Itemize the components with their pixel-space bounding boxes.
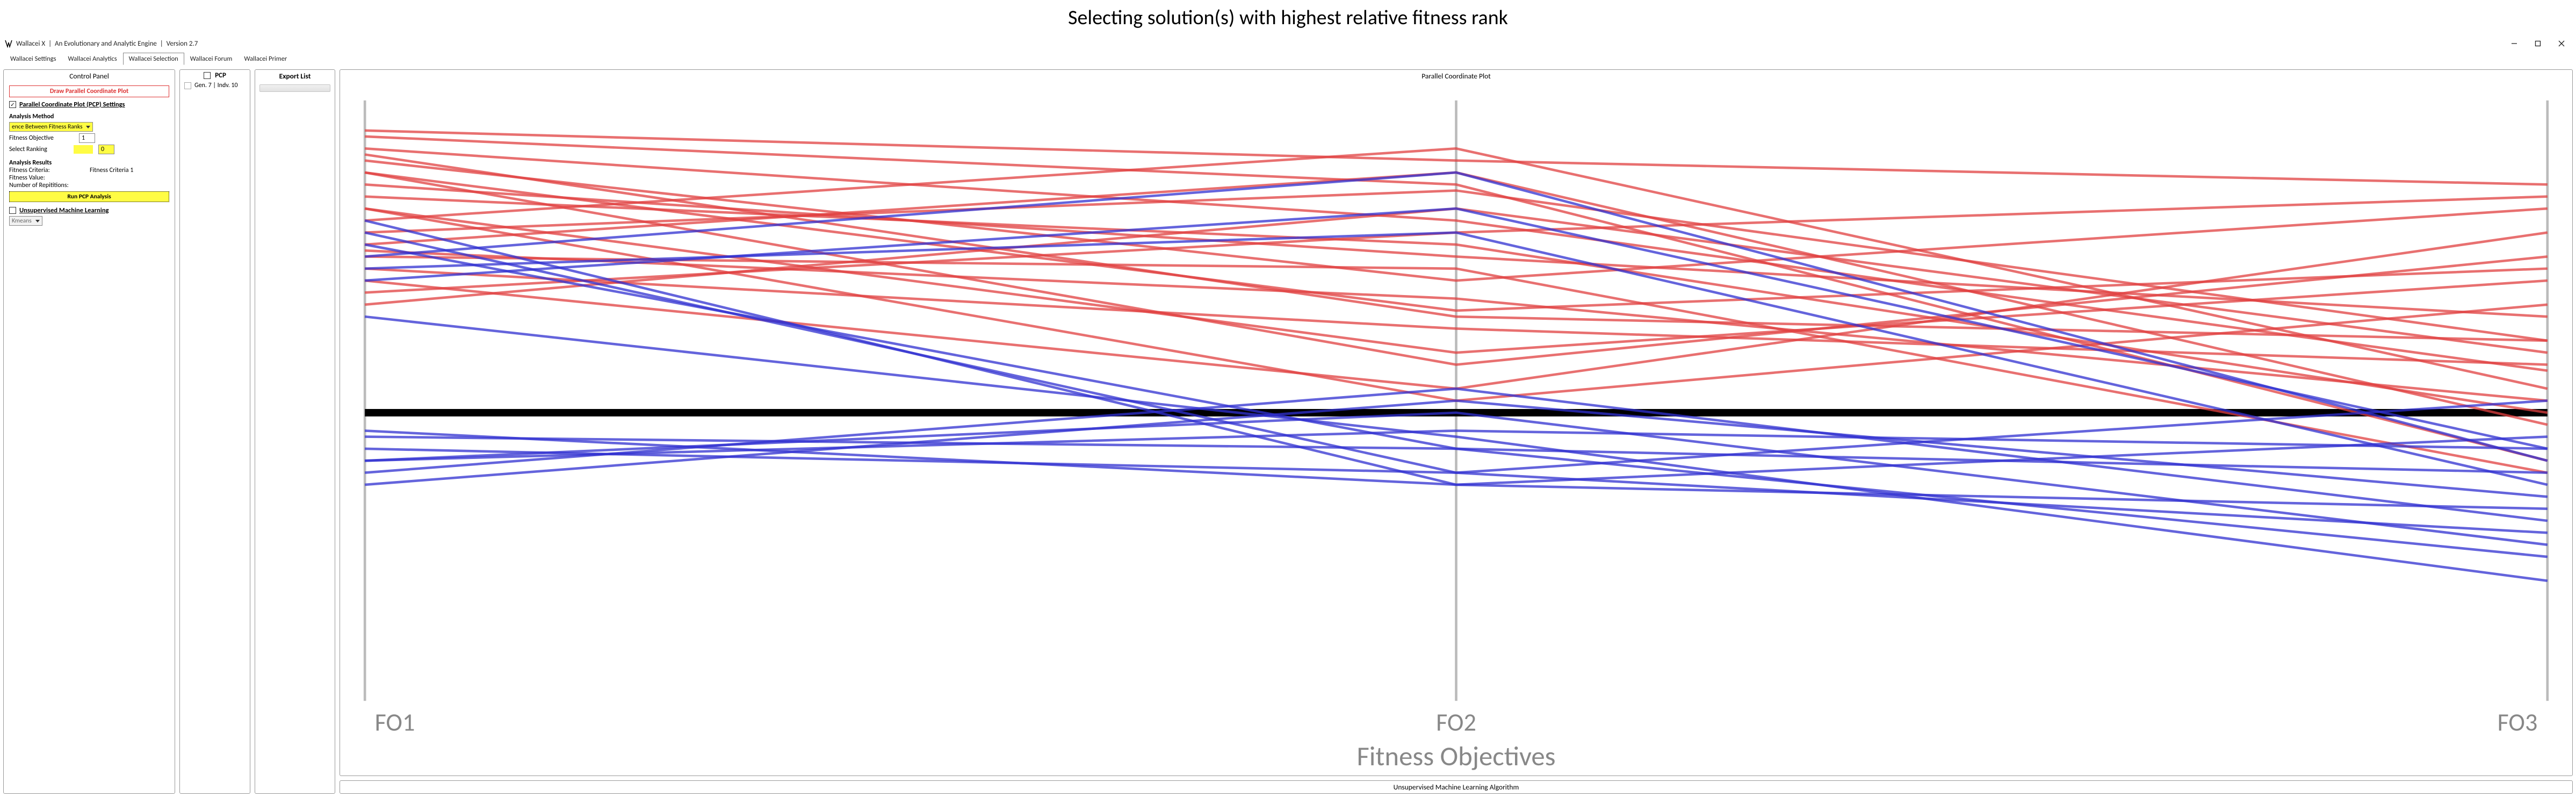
export-list-header: Export List	[255, 70, 335, 82]
minimize-button[interactable]	[2508, 38, 2520, 49]
highlight-block	[74, 145, 93, 154]
select-ranking-label: Select Ranking	[9, 146, 68, 153]
control-panel: Control Panel Draw Parallel Coordinate P…	[3, 69, 175, 794]
export-progress-bar	[259, 84, 330, 92]
fitness-criteria-value: Fitness Criteria 1	[90, 167, 133, 174]
window-title: Wallacei X | An Evolutionary and Analyti…	[16, 40, 198, 48]
analysis-method-dropdown[interactable]: ence Between Fitness Ranks	[9, 122, 93, 132]
sep: |	[48, 40, 52, 48]
uml-section-label: Unsupervised Machine Learning	[19, 206, 109, 214]
tab-primer[interactable]: Wallacei Primer	[238, 53, 293, 65]
uml-method-value: Kmeans	[12, 217, 32, 225]
tabstrip: Wallacei Settings Wallacei Analytics Wal…	[3, 51, 2573, 65]
select-ranking-input[interactable]: 0	[98, 145, 114, 154]
app-window: Wallacei X | An Evolutionary and Analyti…	[0, 37, 2576, 797]
run-pcp-analysis-button[interactable]: Run PCP Analysis	[9, 191, 169, 202]
num-repetitions-key: Number of Repititions:	[9, 182, 90, 189]
tab-selection[interactable]: Wallacei Selection	[123, 53, 184, 65]
parallel-coordinate-plot-panel: Parallel Coordinate Plot FO1 FO2 FO3 Fitnes…	[340, 69, 2573, 776]
titlebar: Wallacei X | An Evolutionary and Analyti…	[3, 37, 2573, 51]
fitness-value-key: Fitness Value:	[9, 174, 90, 182]
uml-algorithm-panel: Unsupervised Machine Learning Algorithm	[340, 780, 2573, 794]
pcp-list-header: PCP	[215, 71, 226, 80]
fitness-objective-label: Fitness Objective	[9, 134, 74, 142]
svg-text:Fitness Objectives: Fitness Objectives	[1356, 739, 1555, 773]
svg-text:FO2: FO2	[1436, 708, 1476, 738]
plot-area[interactable]: FO1 FO2 FO3 Fitness Objectives	[340, 81, 2572, 776]
uml-method-dropdown[interactable]: Kmeans	[9, 216, 42, 226]
chevron-down-icon	[86, 126, 90, 128]
pcp-settings-checkbox[interactable]: ✓	[9, 101, 16, 108]
pcp-settings-label: Parallel Coordinate Plot (PCP) Settings	[19, 100, 125, 109]
uml-checkbox[interactable]	[9, 207, 16, 214]
pcp-item-label: Gen. 7 | Indv. 10	[194, 82, 238, 89]
app-subtitle: An Evolutionary and Analytic Engine	[55, 40, 157, 48]
tab-forum[interactable]: Wallacei Forum	[184, 53, 239, 65]
app-version: Version 2.7	[167, 40, 198, 48]
analysis-method-label: Analysis Method	[9, 113, 169, 120]
fitness-objective-input[interactable]: 1	[79, 133, 95, 143]
app-name: Wallacei X	[16, 40, 45, 48]
analysis-results-label: Analysis Results	[9, 159, 169, 167]
chevron-down-icon	[35, 220, 40, 222]
tab-analytics[interactable]: Wallacei Analytics	[62, 53, 123, 65]
fitness-criteria-key: Fitness Criteria:	[9, 167, 90, 174]
analysis-method-value: ence Between Fitness Ranks	[12, 123, 82, 131]
svg-text:FO1: FO1	[375, 708, 415, 738]
tab-settings[interactable]: Wallacei Settings	[4, 53, 62, 65]
close-button[interactable]	[2556, 38, 2567, 49]
analysis-results-block: Fitness Criteria:Fitness Criteria 1 Fitn…	[9, 167, 169, 189]
page-title: Selecting solution(s) with highest relat…	[0, 0, 2576, 37]
svg-text:FO3: FO3	[2498, 708, 2538, 738]
sep: |	[160, 40, 163, 48]
pcp-item-checkbox[interactable]	[184, 82, 191, 89]
control-panel-header: Control Panel	[4, 70, 175, 82]
draw-pcp-button[interactable]: Draw Parallel Coordinate Plot	[9, 85, 169, 97]
app-icon	[4, 39, 13, 48]
maximize-button[interactable]	[2532, 38, 2544, 49]
export-list-panel: Export List	[255, 69, 335, 794]
pcp-list-panel: PCP Gen. 7 | Indv. 10	[179, 69, 250, 794]
plot-header: Parallel Coordinate Plot	[340, 70, 2572, 81]
pcp-header-checkbox[interactable]	[204, 72, 211, 79]
